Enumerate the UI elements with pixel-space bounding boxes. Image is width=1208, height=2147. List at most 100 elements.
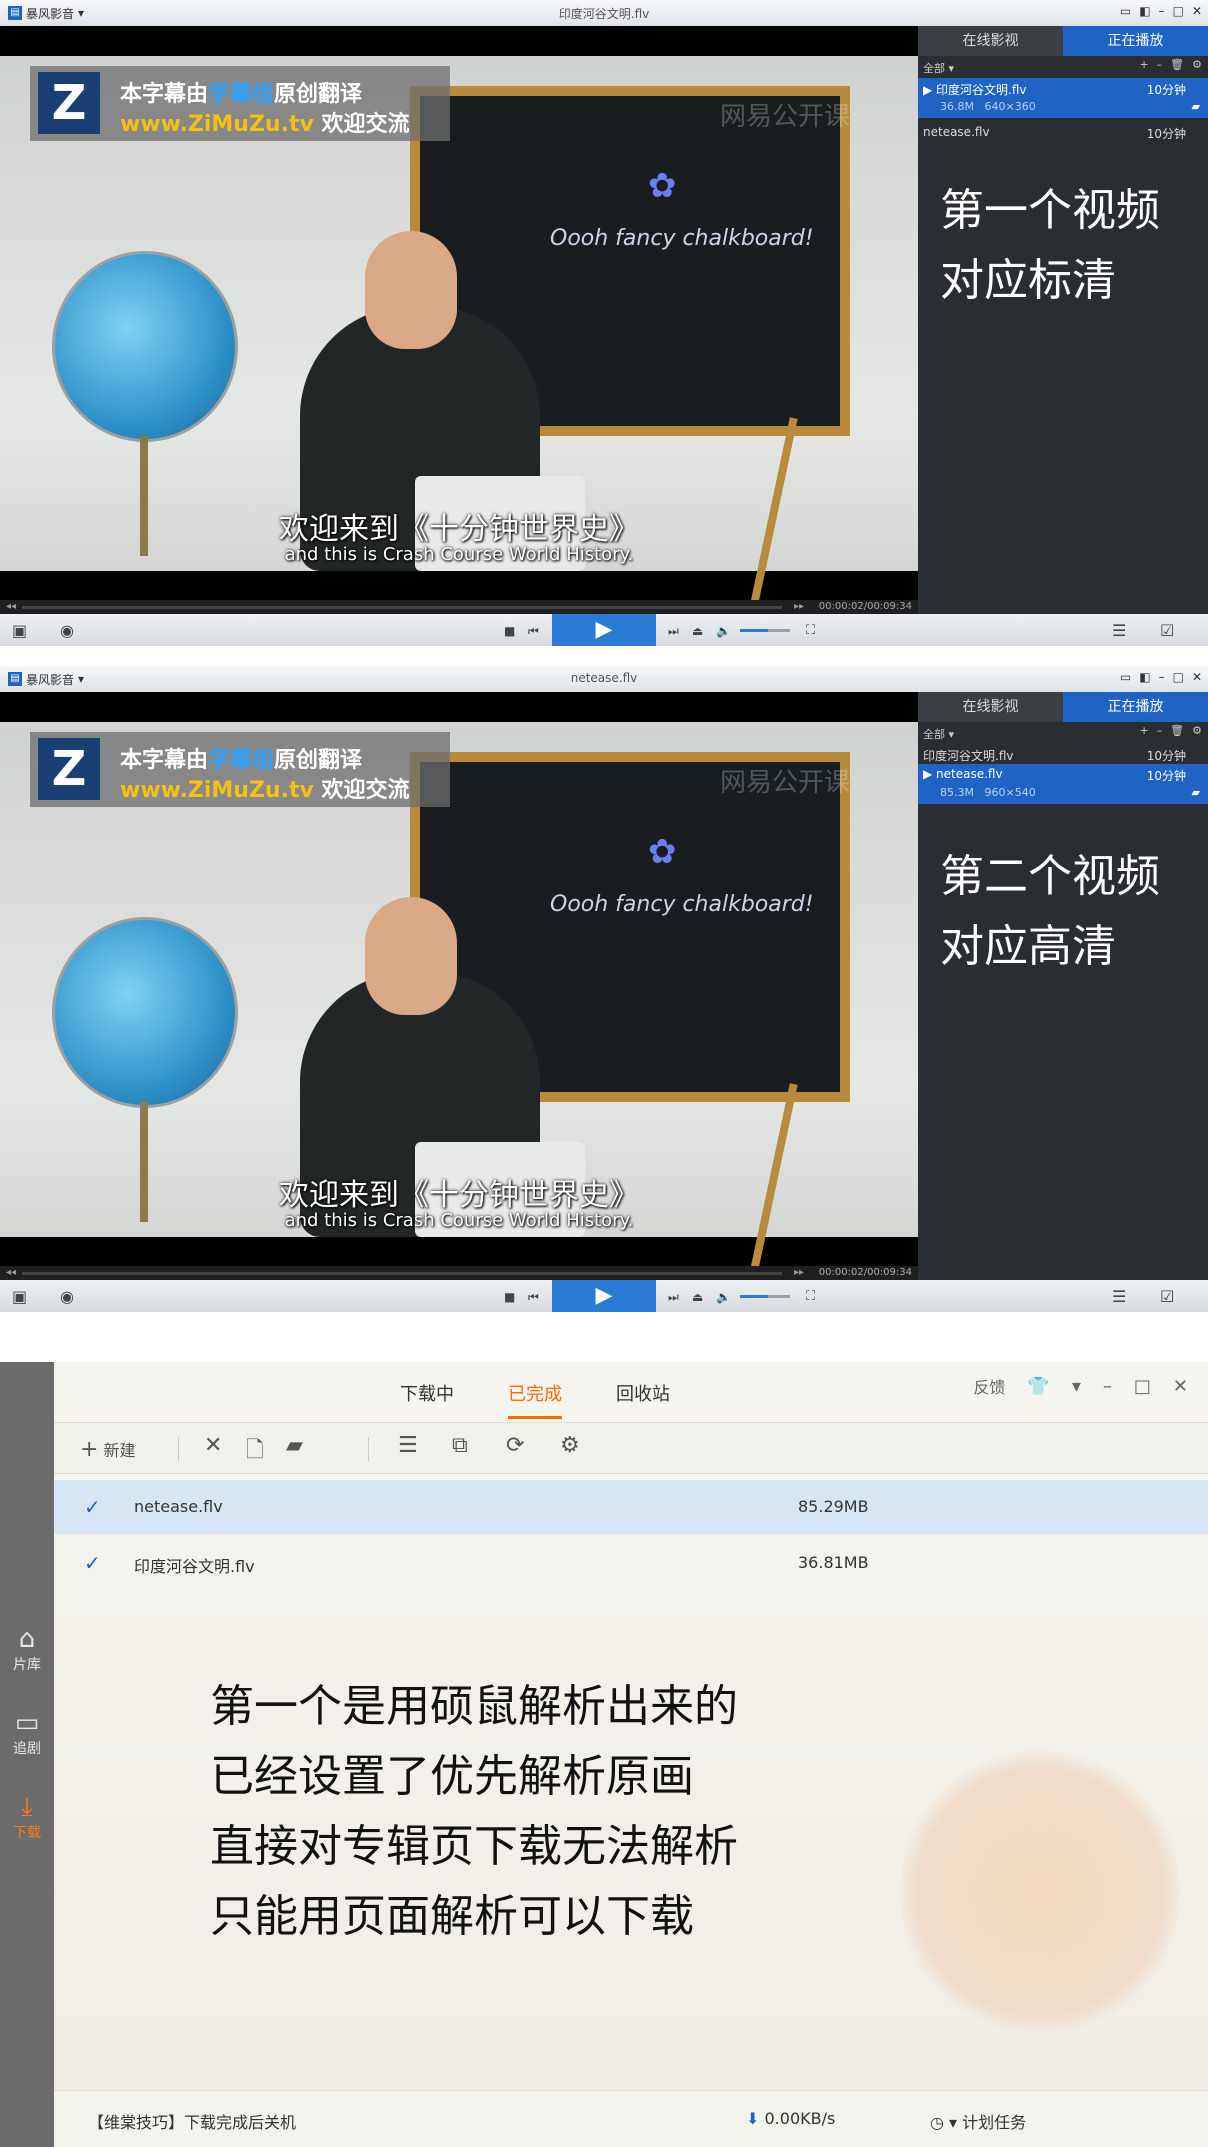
tab-downloading[interactable]: 下载中 — [400, 1380, 454, 1419]
tab-now-playing[interactable]: 正在播放 — [1063, 692, 1208, 722]
progress-bar[interactable]: ◂◂ ▸▸ 00:00:02/00:09:34 — [0, 1266, 918, 1280]
file-row[interactable]: ✓ netease.flv 85.29MB — [54, 1480, 1208, 1534]
prev-icon[interactable]: ⏮ — [528, 624, 539, 639]
annotation-line: 第一个是用硕鼠解析出来的 — [210, 1681, 738, 1732]
list-order-icon[interactable]: ☰ — [398, 1433, 418, 1458]
title-bar[interactable]: ▤ 暴风影音 ▾ netease.flv ▭ ◧ – □ ✕ — [0, 666, 1208, 693]
eye-icon[interactable]: ◉ — [60, 621, 74, 640]
folder-icon[interactable]: ▰ — [1192, 100, 1200, 113]
close-icon[interactable]: ✕ — [1192, 670, 1202, 684]
playlist-item[interactable]: netease.flv 10分钟 — [918, 122, 1208, 142]
new-task-button[interactable]: + 新建 — [80, 1437, 136, 1462]
seek-track[interactable] — [22, 606, 782, 609]
add-icon[interactable]: + — [1139, 724, 1148, 737]
monitor-icon[interactable]: ▭ — [1120, 4, 1131, 18]
delete-icon[interactable]: 🗑 — [1170, 724, 1184, 737]
skin-icon[interactable]: ◧ — [1139, 670, 1150, 684]
prev-icon[interactable]: ⏮ — [528, 1290, 539, 1305]
playlist-icon[interactable]: ☰ — [1112, 1287, 1126, 1306]
playlist-filter[interactable]: 全部 ▾ — [923, 726, 954, 742]
play-button[interactable]: ▶ — [552, 614, 656, 646]
remove-icon[interactable]: – — [1157, 724, 1163, 737]
play-icon: ▶ — [595, 1283, 613, 1308]
toolbox-icon[interactable]: ▣ — [12, 1287, 27, 1306]
minimize-icon[interactable]: – — [1103, 1376, 1112, 1397]
speed-display: ⬇ 0.00KB/s — [746, 2109, 836, 2128]
tab-online-video[interactable]: 在线影视 — [918, 26, 1063, 56]
zimuzu-logo-icon: Z — [38, 72, 100, 134]
close-icon[interactable]: ✕ — [1173, 1376, 1188, 1397]
playlist-item[interactable]: 印度河谷文明.flv 10分钟 — [918, 744, 1208, 764]
chevron-down-icon[interactable]: ▾ — [1072, 1376, 1081, 1397]
file-icon[interactable]: 🗋 — [246, 1433, 264, 1471]
tools-icon[interactable]: ☑ — [1160, 621, 1174, 640]
mascot-illustration — [900, 1742, 1180, 2042]
tab-online-video[interactable]: 在线影视 — [918, 692, 1063, 722]
fullscreen-icon[interactable]: ⛶ — [806, 623, 815, 638]
rewind-icon[interactable]: ◂◂ — [6, 601, 16, 612]
skin-icon[interactable]: ◧ — [1139, 4, 1150, 18]
maximize-icon[interactable]: □ — [1173, 670, 1184, 684]
maximize-icon[interactable]: □ — [1134, 1376, 1151, 1397]
nav-download[interactable]: ⤓ 下载 — [0, 1792, 54, 1842]
playlist-filter[interactable]: 全部 ▾ — [923, 60, 954, 76]
scheduled-task-button[interactable]: ◷ ▾ 计划任务 — [930, 2109, 1026, 2133]
stop-icon[interactable]: ■ — [504, 1290, 515, 1304]
minimize-icon[interactable]: – — [1159, 670, 1165, 684]
video-area[interactable]: Oooh fancy chalkboard! ✿ 网易公开课 Z 本字幕由字幕组… — [0, 692, 918, 1266]
next-icon[interactable]: ⏭ — [668, 624, 679, 639]
logo-line-2: www.ZiMuZu.tv 欢迎交流 — [120, 112, 410, 137]
toolbox-icon[interactable]: ▣ — [12, 621, 27, 640]
playlist-item[interactable]: ▶ netease.flv 10分钟 85.3M 960×540 ▰ — [918, 764, 1208, 804]
fullscreen-icon[interactable]: ⛶ — [806, 1289, 815, 1304]
remove-icon[interactable]: – — [1157, 58, 1163, 71]
title-bar[interactable]: ▤ 暴风影音 ▾ 印度河谷文明.flv ▭ ◧ – □ ✕ — [0, 0, 1208, 27]
stop-icon[interactable]: ■ — [504, 624, 515, 638]
next-icon[interactable]: ⏭ — [668, 1290, 679, 1305]
check-icon[interactable]: ✓ — [84, 1551, 101, 1575]
rewind-icon[interactable]: ◂◂ — [6, 1267, 16, 1278]
tab-now-playing[interactable]: 正在播放 — [1063, 26, 1208, 56]
add-icon[interactable]: + — [1139, 58, 1148, 71]
folder-icon[interactable]: ▰ — [286, 1433, 303, 1458]
volume-icon[interactable]: 🔈 — [716, 1290, 731, 1304]
volume-icon[interactable]: 🔈 — [716, 624, 731, 638]
playlist-item[interactable]: ▶ 印度河谷文明.flv 10分钟 36.8M 640×360 ▰ — [918, 78, 1208, 118]
folder-icon[interactable]: ▰ — [1192, 786, 1200, 799]
tools-icon[interactable]: ☑ — [1160, 1287, 1174, 1306]
delete-icon[interactable]: 🗑 — [1170, 58, 1184, 71]
copy-icon[interactable]: ⧉ — [452, 1433, 468, 1458]
seek-track[interactable] — [22, 1272, 782, 1275]
playlist-icon[interactable]: ☰ — [1112, 621, 1126, 640]
settings-icon[interactable]: ⚙ — [1192, 724, 1202, 737]
delete-icon[interactable]: ✕ — [204, 1433, 222, 1458]
forward-icon[interactable]: ▸▸ — [794, 601, 804, 612]
volume-slider[interactable] — [740, 629, 790, 632]
play-button[interactable]: ▶ — [552, 1280, 656, 1312]
minimize-icon[interactable]: – — [1159, 4, 1165, 18]
maximize-icon[interactable]: □ — [1173, 4, 1184, 18]
video-area[interactable]: Oooh fancy chalkboard! ✿ 网易公开课 Z 本字幕由字幕组… — [0, 26, 918, 600]
eject-icon[interactable]: ⏏ — [692, 624, 703, 638]
file-row[interactable]: ✓ 印度河谷文明.flv 36.81MB — [54, 1536, 1208, 1590]
nav-follow[interactable]: ▭ 追剧 — [0, 1708, 54, 1758]
progress-bar[interactable]: ◂◂ ▸▸ 00:00:02/00:09:34 — [0, 600, 918, 614]
forward-icon[interactable]: ▸▸ — [794, 1267, 804, 1278]
eye-icon[interactable]: ◉ — [60, 1287, 74, 1306]
tab-completed[interactable]: 已完成 — [508, 1380, 562, 1419]
shirt-icon[interactable]: 👕 — [1027, 1376, 1049, 1397]
check-icon[interactable]: ✓ — [84, 1495, 101, 1519]
nav-library[interactable]: ⌂ 片库 — [0, 1624, 54, 1674]
settings-icon[interactable]: ⚙ — [560, 1433, 580, 1458]
repeat-icon[interactable]: ⟳ — [506, 1433, 524, 1458]
settings-icon[interactable]: ⚙ — [1192, 58, 1202, 71]
close-icon[interactable]: ✕ — [1192, 4, 1202, 18]
monitor-icon[interactable]: ▭ — [1120, 670, 1131, 684]
tip-text[interactable]: 【维棠技巧】下载完成后关机 — [88, 2109, 296, 2133]
subtitle-group-logo: Z 本字幕由字幕组原创翻译 www.ZiMuZu.tv 欢迎交流 — [30, 732, 450, 807]
volume-slider[interactable] — [740, 1295, 790, 1298]
logo-line-2: www.ZiMuZu.tv 欢迎交流 — [120, 778, 410, 803]
tab-recycle-bin[interactable]: 回收站 — [616, 1380, 670, 1419]
eject-icon[interactable]: ⏏ — [692, 1290, 703, 1304]
feedback-link[interactable]: 反馈 — [973, 1374, 1005, 1398]
